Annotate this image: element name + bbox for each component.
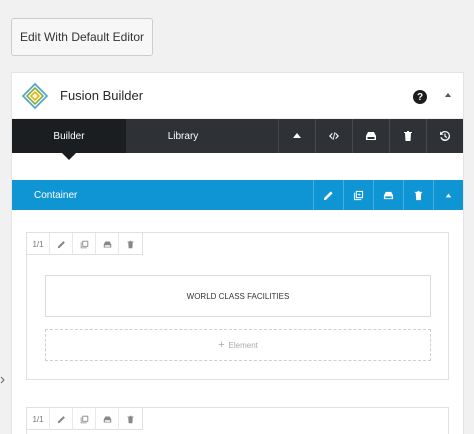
clone-icon bbox=[353, 190, 364, 200]
container-label: Container bbox=[34, 189, 78, 201]
collapse-icon bbox=[445, 193, 452, 197]
help-icon[interactable]: ? bbox=[413, 90, 427, 104]
add-element-label: Element bbox=[228, 340, 258, 350]
fusion-builder-panel: Fusion Builder ? Builder Library Contain… bbox=[11, 72, 464, 434]
plus-icon: + bbox=[218, 339, 225, 351]
container-clone-button[interactable] bbox=[343, 180, 373, 210]
builder-toolbar: Builder Library bbox=[12, 119, 463, 160]
container-bar[interactable]: Container bbox=[12, 180, 463, 210]
column-edit-button[interactable] bbox=[50, 408, 73, 430]
column: 1/1 bbox=[26, 407, 449, 434]
container-delete-button[interactable] bbox=[403, 180, 433, 210]
column-clone-button[interactable] bbox=[73, 233, 96, 255]
history-icon bbox=[440, 130, 451, 141]
pencil-icon bbox=[57, 240, 65, 248]
column-controls: 1/1 bbox=[27, 408, 143, 430]
column-size-button[interactable]: 1/1 bbox=[27, 408, 50, 430]
pencil-icon bbox=[323, 190, 333, 200]
pencil-icon bbox=[57, 415, 65, 423]
save-layout-icon bbox=[366, 132, 376, 140]
trash-icon bbox=[127, 240, 134, 248]
save-icon bbox=[103, 241, 111, 247]
save-icon bbox=[383, 191, 394, 199]
panel-collapse-arrow-icon[interactable] bbox=[445, 93, 451, 97]
column-edit-button[interactable] bbox=[50, 233, 73, 255]
save-icon bbox=[103, 416, 111, 422]
arrow-up-icon bbox=[293, 133, 301, 138]
column-save-button[interactable] bbox=[96, 408, 119, 430]
panel-header: Fusion Builder bbox=[12, 73, 463, 119]
save-layout-button[interactable] bbox=[352, 119, 389, 153]
column-delete-button[interactable] bbox=[119, 233, 142, 255]
container-save-button[interactable] bbox=[373, 180, 403, 210]
container-collapse-button[interactable] bbox=[433, 180, 463, 210]
container-edit-button[interactable] bbox=[313, 180, 343, 210]
panel-title: Fusion Builder bbox=[60, 88, 144, 103]
add-element-button[interactable]: + Element bbox=[45, 329, 431, 361]
element-block[interactable]: WORLD CLASS FACILITIES bbox=[45, 275, 431, 317]
history-button[interactable] bbox=[426, 119, 463, 153]
tab-builder[interactable]: Builder bbox=[12, 119, 126, 160]
resize-handle-icon[interactable] bbox=[0, 376, 6, 386]
clear-layout-button[interactable] bbox=[389, 119, 426, 153]
clone-icon bbox=[80, 415, 88, 423]
column-clone-button[interactable] bbox=[73, 408, 96, 430]
column: 1/1 WORLD CLASS FACILITIES + Element bbox=[26, 232, 449, 380]
toolbar-collapse-button[interactable] bbox=[278, 119, 315, 153]
column-delete-button[interactable] bbox=[119, 408, 142, 430]
tab-library[interactable]: Library bbox=[126, 119, 240, 153]
column-save-button[interactable] bbox=[96, 233, 119, 255]
trash-icon bbox=[404, 131, 412, 141]
edit-with-default-editor-button[interactable]: Edit With Default Editor bbox=[11, 18, 153, 56]
column-controls: 1/1 bbox=[27, 233, 143, 255]
fusion-builder-logo-icon bbox=[22, 82, 48, 109]
column-size-button[interactable]: 1/1 bbox=[27, 233, 50, 255]
clone-icon bbox=[80, 240, 88, 248]
trash-icon bbox=[127, 415, 134, 423]
code-view-button[interactable] bbox=[315, 119, 352, 153]
trash-icon bbox=[414, 190, 423, 200]
code-icon bbox=[329, 132, 339, 140]
